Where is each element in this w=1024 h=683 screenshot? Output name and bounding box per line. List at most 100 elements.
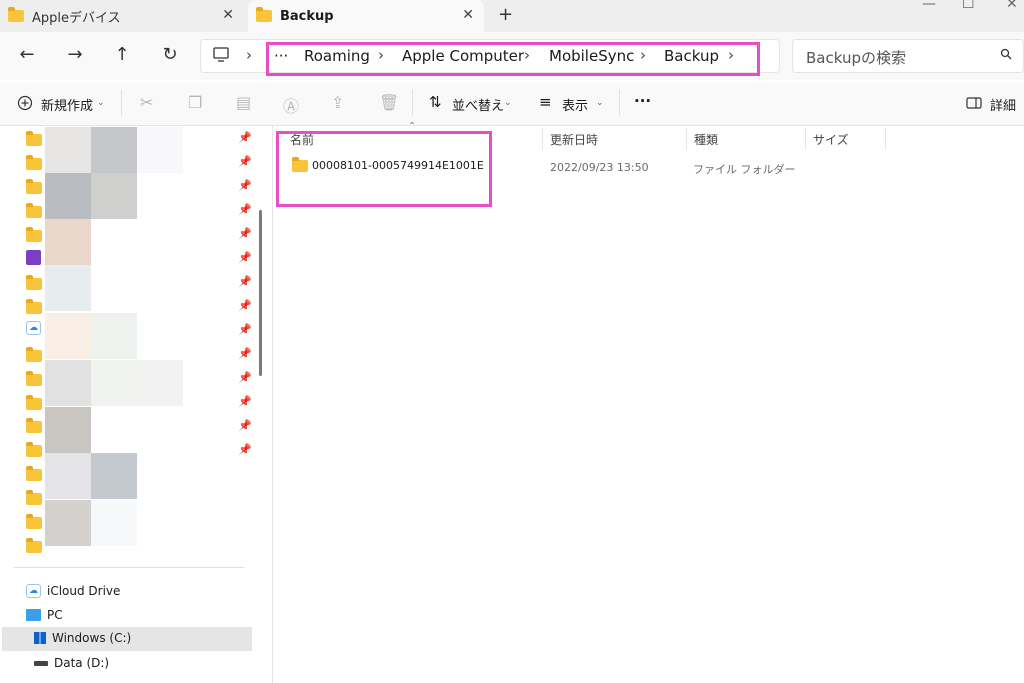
drive-icon — [34, 660, 48, 666]
sidebar-item-icloud-drive[interactable]: ☁ iCloud Drive — [26, 584, 120, 598]
address-highlight-box — [266, 42, 760, 76]
sidebar-item-label: Windows (C:) — [52, 631, 132, 645]
folder-icon[interactable] — [26, 538, 42, 553]
folder-icon[interactable] — [26, 514, 42, 529]
pixelated-entry — [45, 407, 91, 453]
column-divider[interactable] — [805, 128, 806, 150]
more-options-button[interactable]: ··· — [634, 92, 651, 110]
new-tab-button[interactable]: + — [498, 4, 513, 25]
pin-icon[interactable]: 📌 — [238, 155, 252, 168]
column-header-size[interactable]: サイズ — [813, 131, 849, 148]
folder-icon[interactable] — [26, 203, 42, 218]
close-window-button[interactable]: ✕ — [1006, 0, 1018, 12]
pin-icon[interactable]: 📌 — [238, 299, 252, 312]
tab-apple-devices[interactable]: Appleデバイス ✕ — [8, 0, 244, 32]
sidebar-item-data-d[interactable]: Data (D:) — [34, 656, 109, 670]
pixelated-entry — [137, 360, 183, 406]
details-button[interactable]: 詳細 — [990, 95, 1016, 114]
column-divider[interactable] — [686, 128, 687, 150]
folder-icon — [8, 7, 24, 22]
forward-button[interactable]: → — [64, 44, 86, 65]
pin-icon[interactable]: 📌 — [238, 179, 252, 192]
windows-drive-icon — [34, 632, 46, 644]
pixelated-entry — [45, 313, 91, 359]
tab-backup[interactable]: Backup ✕ — [248, 0, 484, 32]
folder-icon[interactable] — [26, 466, 42, 481]
refresh-button[interactable]: ↻ — [159, 44, 181, 65]
folder-icon[interactable] — [26, 490, 42, 505]
pin-icon[interactable]: 📌 — [238, 323, 252, 336]
row-highlight-box — [276, 131, 492, 207]
folder-icon[interactable] — [26, 131, 42, 146]
pixelated-entry — [91, 360, 137, 406]
column-header-modified[interactable]: 更新日時 — [550, 131, 598, 148]
sort-icon: ⇅ — [429, 93, 442, 111]
column-divider[interactable] — [885, 128, 886, 150]
divider — [619, 90, 620, 116]
new-button[interactable]: 新規作成 — [41, 95, 93, 114]
up-button[interactable]: ↑ — [111, 44, 133, 65]
search-placeholder[interactable]: Backupの検索 — [806, 47, 906, 68]
sidebar-item-windows-c[interactable]: Windows (C:) — [34, 631, 131, 645]
pin-icon[interactable]: 📌 — [238, 371, 252, 384]
sidebar-item-label: Data (D:) — [54, 656, 110, 670]
share-icon[interactable]: ⇪ — [331, 93, 344, 112]
view-icon: ≡ — [539, 93, 552, 111]
folder-icon[interactable] — [26, 418, 42, 433]
copy-icon[interactable]: ❐ — [188, 93, 202, 112]
view-button[interactable]: 表示 — [562, 95, 588, 114]
tab-label: Appleデバイス — [32, 10, 121, 26]
pixelated-entry — [91, 127, 137, 173]
pin-icon[interactable]: 📌 — [238, 131, 252, 144]
pin-icon[interactable]: 📌 — [238, 395, 252, 408]
pin-icon[interactable]: 📌 — [238, 347, 252, 360]
pin-icon[interactable]: 📌 — [238, 251, 252, 264]
cloud-icon[interactable]: ☁ — [26, 321, 41, 335]
pin-icon[interactable]: 📌 — [238, 419, 252, 432]
breadcrumb-separator[interactable]: › — [246, 46, 252, 64]
divider — [14, 567, 244, 568]
sidebar-item-pc[interactable]: PC — [26, 608, 63, 622]
minimize-button[interactable]: — — [922, 0, 936, 12]
pixelated-entry — [45, 127, 91, 173]
pin-icon[interactable]: 📌 — [238, 203, 252, 216]
close-tab-icon[interactable]: ✕ — [222, 7, 234, 23]
search-icon[interactable] — [1000, 48, 1012, 60]
sidebar-scrollbar[interactable] — [259, 210, 262, 376]
folder-icon[interactable] — [26, 179, 42, 194]
close-tab-icon[interactable]: ✕ — [462, 7, 474, 23]
pixelated-entry — [45, 453, 91, 499]
sort-button[interactable]: 並べ替え — [452, 95, 504, 114]
chevron-down-icon[interactable]: ⌄ — [596, 98, 604, 108]
back-button[interactable]: ← — [16, 44, 38, 65]
rename-icon[interactable]: Ⓐ — [283, 93, 299, 117]
folder-icon[interactable] — [26, 347, 42, 362]
pc-icon[interactable] — [212, 46, 230, 64]
sidebar-item-label: iCloud Drive — [47, 584, 121, 598]
folder-icon[interactable] — [26, 155, 42, 170]
folder-icon[interactable] — [26, 395, 42, 410]
pixelated-entry — [45, 360, 91, 406]
pin-icon[interactable]: 📌 — [238, 227, 252, 240]
paste-icon[interactable]: ▤ — [236, 93, 251, 112]
cut-icon[interactable]: ✂ — [140, 93, 153, 112]
column-header-type[interactable]: 種類 — [694, 131, 718, 148]
tab-label: Backup — [280, 8, 334, 24]
pc-icon — [26, 609, 41, 621]
chevron-down-icon[interactable]: ⌄ — [97, 98, 105, 108]
folder-icon[interactable] — [26, 299, 42, 314]
pin-icon[interactable]: 📌 — [238, 275, 252, 288]
file-type: ファイル フォルダー — [693, 163, 796, 176]
chevron-down-icon[interactable]: ⌄ — [504, 98, 512, 108]
maximize-button[interactable]: ☐ — [962, 0, 975, 12]
pixelated-entry — [91, 173, 137, 219]
folder-icon[interactable] — [26, 442, 42, 457]
pin-icon[interactable]: 📌 — [238, 443, 252, 456]
video-folder-icon[interactable] — [26, 250, 41, 265]
pixelated-entry — [91, 453, 137, 499]
folder-icon[interactable] — [26, 371, 42, 386]
folder-icon[interactable] — [26, 275, 42, 290]
folder-icon[interactable] — [26, 227, 42, 242]
delete-icon[interactable]: 🗑 — [379, 93, 399, 112]
column-divider[interactable] — [542, 128, 543, 150]
